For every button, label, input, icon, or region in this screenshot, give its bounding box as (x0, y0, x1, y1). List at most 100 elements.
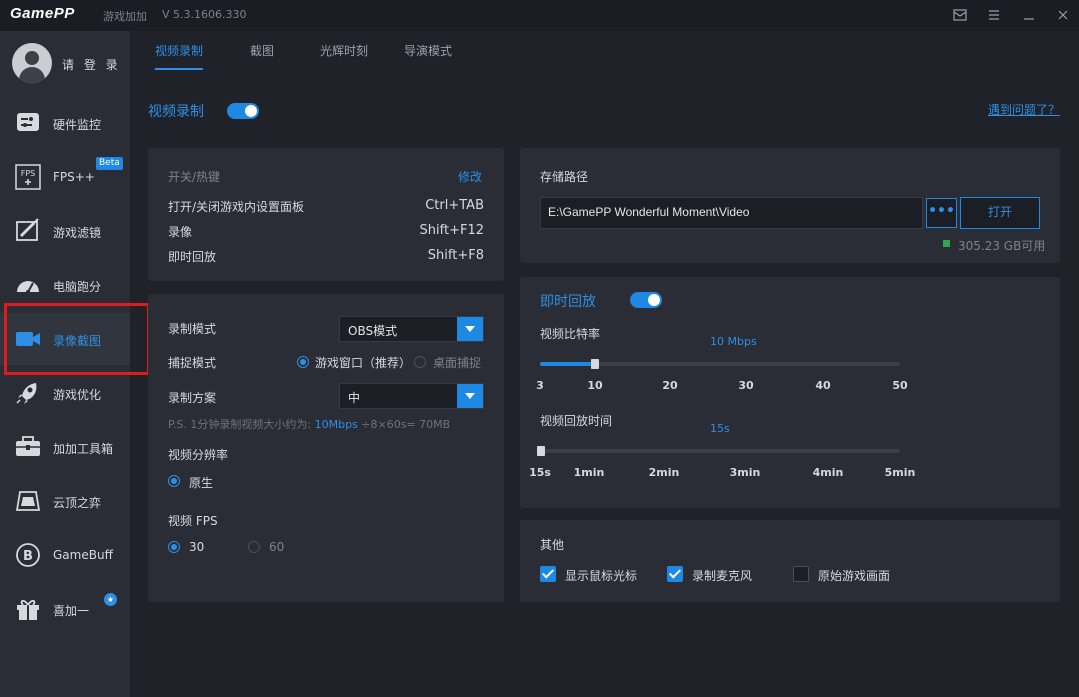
record-mic-checkbox[interactable] (667, 566, 683, 582)
benchmark-icon (14, 272, 42, 298)
time-tick: 2min (648, 466, 680, 479)
fps-60-radio[interactable] (248, 541, 260, 553)
sidebar-item-fps[interactable]: FPS FPS++ Beta (0, 151, 130, 203)
record-mode-label: 录制模式 (168, 322, 217, 336)
bitrate-slider-thumb[interactable] (591, 359, 599, 369)
time-tick: 5min (884, 466, 916, 479)
sidebar-item-hardware-monitor[interactable]: 硬件监控 (0, 97, 130, 149)
avatar[interactable] (12, 43, 52, 83)
resolution-native-label: 原生 (189, 476, 214, 490)
bitrate-tick: 20 (662, 379, 678, 392)
sidebar-item-label: GameBuff (53, 548, 113, 562)
time-tick: 4min (812, 466, 844, 479)
svg-text:FPS: FPS (21, 169, 36, 178)
login-button[interactable]: 请 登 录 (12, 43, 122, 83)
bitrate-tick: 30 (738, 379, 754, 392)
filter-icon (14, 218, 42, 244)
replay-time-slider-thumb[interactable] (537, 446, 545, 456)
replay-time-label: 视频回放时间 (540, 414, 613, 428)
sidebar-item-gift[interactable]: 喜加一 ★ (0, 583, 130, 635)
hotkey-value: Ctrl+TAB (425, 198, 484, 213)
gamebuff-icon: B (14, 542, 42, 568)
hotkey-label: 即时回放 (168, 250, 217, 264)
menu-icon[interactable] (986, 7, 1002, 23)
tft-icon (14, 488, 42, 514)
capture-mode-label: 捕捉模式 (168, 356, 217, 370)
sidebar-item-toolbox[interactable]: 加加工具箱 (0, 421, 130, 473)
close-icon[interactable] (1055, 7, 1071, 23)
capture-window-radio[interactable] (297, 356, 309, 368)
sidebar-item-gamebuff[interactable]: B GameBuff (0, 529, 130, 581)
resolution-label: 视频分辨率 (168, 448, 229, 462)
storage-path-input[interactable]: E:\GamePP Wonderful Moment\Video (540, 197, 923, 229)
rocket-icon (14, 380, 42, 406)
fps-30-radio[interactable] (168, 541, 180, 553)
highlight-box (4, 303, 150, 375)
news-icon[interactable] (952, 7, 968, 23)
bitrate-tick: 10 (587, 379, 603, 392)
fps-60-label: 60 (269, 540, 285, 554)
time-tick: 1min (573, 466, 605, 479)
app-logo: GamePP (10, 5, 75, 22)
sidebar-item-filter[interactable]: 游戏滤镜 (0, 205, 130, 257)
bitrate-tick: 40 (815, 379, 831, 392)
chevron-down-icon[interactable] (457, 384, 483, 408)
record-scheme-select[interactable]: 中 (339, 383, 484, 409)
disk-status-dot (943, 240, 950, 247)
help-link[interactable]: 遇到问题了？ (988, 101, 1060, 118)
record-mic-label: 录制麦克风 (692, 569, 753, 583)
fps-30-label: 30 (189, 540, 205, 554)
hotkey-value: Shift+F8 (427, 248, 484, 263)
gift-icon (14, 596, 42, 622)
page-title: 视频录制 (148, 104, 204, 120)
sidebar-item-label: 游戏优化 (53, 388, 102, 402)
browse-button[interactable]: ••• (926, 198, 957, 228)
hotkey-label: 打开/关闭游戏内设置面板 (168, 200, 305, 214)
record-scheme-label: 录制方案 (168, 391, 217, 405)
sidebar-item-label: 电脑跑分 (53, 280, 102, 294)
tab-highlight-moments[interactable]: 光辉时刻 (320, 42, 368, 59)
recording-toggle[interactable] (227, 103, 259, 119)
hotkey-label: 录像 (168, 225, 193, 239)
bitrate-tick: 3 (536, 379, 544, 392)
open-folder-button[interactable]: 打开 (960, 197, 1040, 229)
time-tick: 3min (729, 466, 761, 479)
show-cursor-checkbox[interactable] (540, 566, 556, 582)
sidebar-item-label: FPS++ (53, 170, 95, 184)
replay-time-value: 15s (710, 422, 730, 435)
title-bar: GamePP 游戏加加 V 5.3.1606.330 (0, 0, 1079, 31)
raw-game-frame-label: 原始游戏画面 (818, 569, 891, 583)
svg-text:B: B (23, 549, 33, 564)
sidebar-item-label: 加加工具箱 (53, 442, 114, 456)
raw-game-frame-checkbox[interactable] (793, 566, 809, 582)
tab-video-recording[interactable]: 视频录制 (155, 42, 203, 59)
capture-desktop-label: 桌面捕捉 (433, 356, 482, 370)
other-panel: 其他 显示鼠标光标 录制麦克风 原始游戏画面 (520, 520, 1060, 602)
record-mode-select[interactable]: OBS模式 (339, 316, 484, 342)
storage-label: 存储路径 (540, 170, 589, 184)
capture-desktop-radio[interactable] (414, 356, 426, 368)
tab-screenshot[interactable]: 截图 (250, 42, 274, 59)
login-label: 请 登 录 (62, 58, 121, 72)
resolution-native-radio[interactable] (168, 475, 180, 487)
sidebar-item-tft[interactable]: 云顶之弈 (0, 475, 130, 527)
tab-bar: 视频录制 截图 光辉时刻 导演模式 (130, 31, 1079, 71)
replay-time-slider[interactable] (540, 449, 900, 453)
hotkeys-edit-link[interactable]: 修改 (458, 168, 482, 185)
sidebar-item-label: 硬件监控 (53, 118, 102, 132)
storage-panel: 存储路径 E:\GamePP Wonderful Moment\Video ••… (520, 148, 1060, 263)
app-version: V 5.3.1606.330 (162, 8, 247, 21)
replay-panel: 即时回放 视频比特率 10 Mbps 3 10 20 30 40 50 视频回放… (520, 277, 1060, 508)
fps-label: 视频 FPS (168, 514, 218, 528)
capture-window-label: 游戏窗口（推荐） (315, 356, 412, 370)
disk-free-space: 305.23 GB可用 (958, 239, 1046, 253)
beta-badge: Beta (96, 157, 123, 170)
tab-underline (155, 68, 203, 70)
minimize-icon[interactable] (1021, 7, 1037, 23)
chevron-down-icon[interactable] (457, 317, 483, 341)
replay-toggle[interactable] (630, 292, 662, 308)
hotkey-value: Shift+F12 (419, 223, 484, 238)
new-badge-icon: ★ (104, 593, 117, 606)
tab-director-mode[interactable]: 导演模式 (404, 42, 452, 59)
sidebar-item-label: 云顶之弈 (53, 496, 102, 510)
